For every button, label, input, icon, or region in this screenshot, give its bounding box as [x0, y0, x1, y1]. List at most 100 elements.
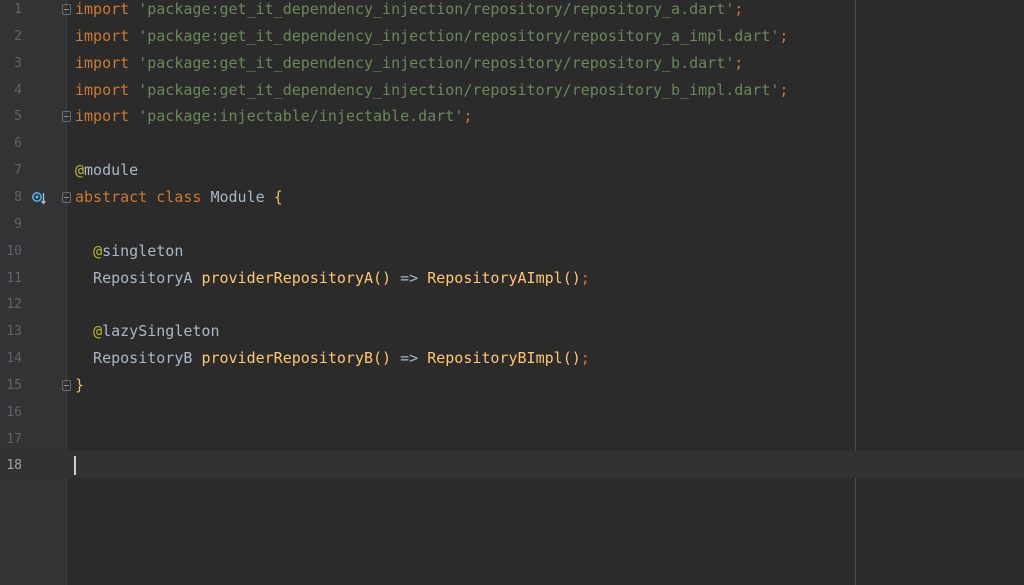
line-number: 13 [6, 324, 22, 340]
code-text[interactable]: @lazySingleton [75, 318, 220, 345]
code-token: ; [779, 26, 789, 45]
code-token: => [391, 268, 428, 287]
line-number: 3 [14, 55, 22, 71]
line-number: 2 [14, 28, 22, 44]
code-token: ; [580, 268, 590, 287]
code-token: ; [463, 107, 473, 126]
code-line[interactable]: 13 @lazySingleton [0, 318, 1024, 345]
code-editor[interactable]: 1 import 'package:get_it_dependency_injec… [0, 0, 1024, 585]
code-token: 'package:get_it_dependency_injection/rep… [138, 80, 780, 99]
code-token: RepositoryBImpl [427, 349, 563, 368]
code-line[interactable]: 5 import 'package:injectable/injectable.d… [0, 103, 1024, 130]
code-text[interactable]: abstract class Module { [75, 184, 283, 211]
code-token: @ [93, 322, 103, 341]
code-token: lazySingleton [102, 322, 220, 341]
line-number: 8 [14, 189, 22, 205]
line-number: 10 [6, 243, 22, 259]
code-token: 'package:injectable/injectable.dart' [138, 107, 464, 126]
code-text[interactable]: } [75, 372, 84, 399]
code-token: () [562, 268, 581, 287]
code-text[interactable]: RepositoryB providerRepositoryB() => Rep… [75, 345, 590, 372]
code-line[interactable]: 7 @module [0, 157, 1024, 184]
code-token: singleton [102, 241, 184, 260]
code-token: 'package:get_it_dependency_injection/rep… [138, 0, 735, 18]
fold-marker-icon[interactable] [62, 111, 71, 123]
line-number: 17 [6, 431, 22, 447]
code-line[interactable]: 1 import 'package:get_it_dependency_injec… [0, 0, 1024, 23]
line-number: 18 [6, 458, 22, 474]
code-token: ; [734, 53, 744, 72]
code-text[interactable]: import 'package:injectable/injectable.da… [75, 103, 472, 130]
code-token: () [373, 349, 392, 368]
text-caret [74, 456, 76, 476]
code-token: providerRepositoryA [201, 268, 374, 287]
code-token: providerRepositoryB [201, 349, 374, 368]
code-token: } [75, 375, 85, 394]
code-line[interactable]: 14 RepositoryB providerRepositoryB() => … [0, 345, 1024, 372]
code-line[interactable]: 17 [0, 426, 1024, 453]
code-token: ; [779, 80, 789, 99]
code-text[interactable]: RepositoryA providerRepositoryA() => Rep… [75, 265, 590, 292]
code-token: () [562, 349, 581, 368]
code-token: @ [93, 241, 103, 260]
line-number: 16 [6, 404, 22, 420]
code-line[interactable]: 11 RepositoryA providerRepositoryA() => … [0, 265, 1024, 292]
code-token: { [273, 187, 283, 206]
line-number: 12 [6, 297, 22, 313]
code-text[interactable]: import 'package:get_it_dependency_inject… [75, 50, 743, 77]
code-token: import [75, 107, 130, 126]
fold-marker-icon[interactable] [62, 191, 71, 203]
code-line[interactable]: 2 import 'package:get_it_dependency_injec… [0, 23, 1024, 50]
line-number: 15 [6, 377, 22, 393]
code-token: 'package:get_it_dependency_injection/rep… [138, 26, 780, 45]
line-number: 9 [14, 216, 22, 232]
code-token: class [156, 187, 202, 206]
code-token: RepositoryA [75, 268, 202, 287]
line-number: 11 [6, 270, 22, 286]
code-token: RepositoryAImpl [427, 268, 563, 287]
code-token: ; [734, 0, 744, 18]
code-token: abstract [75, 187, 148, 206]
code-token: () [373, 268, 392, 287]
code-line[interactable]: 15} [0, 372, 1024, 399]
code-token: Module [201, 187, 274, 206]
line-number: 5 [14, 109, 22, 125]
code-text[interactable]: @singleton [75, 238, 183, 265]
fold-marker-icon[interactable] [62, 4, 71, 15]
code-token: @ [75, 161, 85, 180]
code-text[interactable]: import 'package:get_it_dependency_inject… [75, 23, 788, 50]
code-token: module [84, 161, 139, 180]
code-token: import [75, 53, 130, 72]
fold-marker-icon[interactable] [62, 379, 71, 391]
code-token: import [75, 0, 130, 18]
code-token: ; [580, 349, 590, 368]
code-line[interactable]: 18 [0, 452, 1024, 479]
code-line[interactable]: 8 abstract class Module { [0, 184, 1024, 211]
code-token: RepositoryB [75, 349, 202, 368]
code-line[interactable]: 4 import 'package:get_it_dependency_injec… [0, 77, 1024, 104]
code-line[interactable]: 12 [0, 291, 1024, 318]
line-number: 1 [14, 2, 22, 17]
line-number: 4 [14, 82, 22, 98]
code-line[interactable]: 3 import 'package:get_it_dependency_injec… [0, 50, 1024, 77]
implemented-by-icon[interactable] [31, 190, 47, 206]
code-line[interactable]: 10 @singleton [0, 238, 1024, 265]
code-token: import [75, 26, 130, 45]
code-line[interactable]: 16 [0, 399, 1024, 426]
code-token: 'package:get_it_dependency_injection/rep… [138, 53, 735, 72]
code-text[interactable]: @module [75, 157, 138, 184]
line-number: 14 [6, 351, 22, 367]
code-text[interactable]: import 'package:get_it_dependency_inject… [75, 0, 743, 23]
code-line[interactable]: 9 [0, 211, 1024, 238]
code-line[interactable]: 6 [0, 130, 1024, 157]
code-token: import [75, 80, 130, 99]
code-text[interactable]: import 'package:get_it_dependency_inject… [75, 77, 788, 104]
